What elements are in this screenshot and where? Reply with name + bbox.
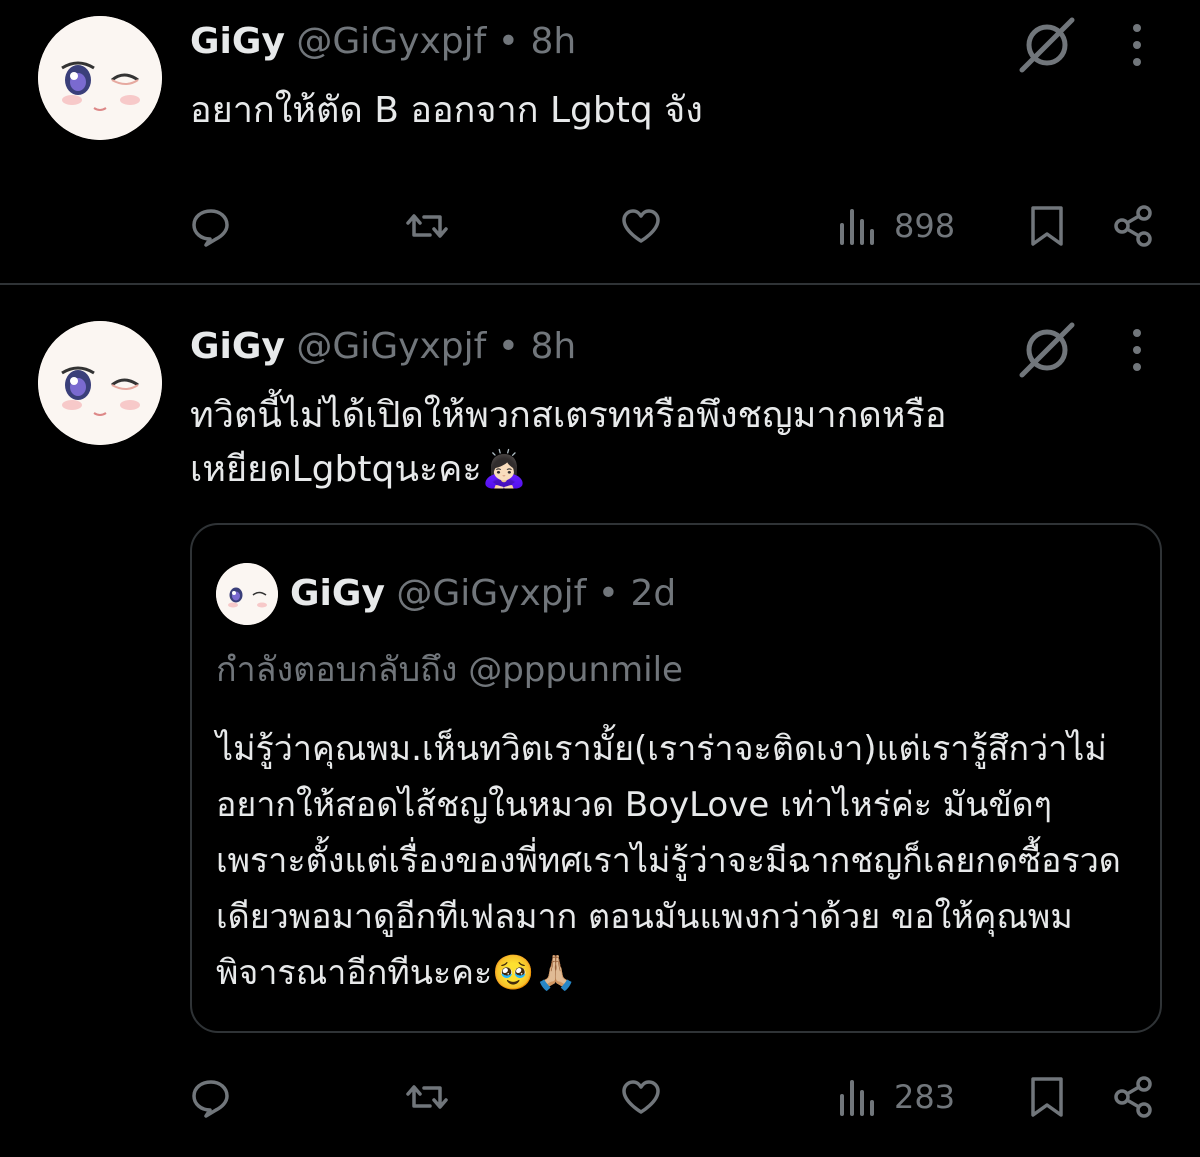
repost-icon (406, 214, 448, 238)
views-count: 898 (894, 207, 956, 245)
repost-icon (406, 1085, 448, 1109)
tweet[interactable]: GiGy @GiGyxpjf • 8h ทวิตนี้ไม่ได้เปิดให้… (0, 285, 1200, 1157)
bookmark-button[interactable] (1024, 1067, 1070, 1127)
bookmark-button[interactable] (1024, 196, 1070, 256)
reply-button[interactable] (188, 1067, 234, 1127)
separator-dot: • (497, 326, 519, 367)
like-icon (622, 1080, 660, 1114)
replying-to: กำลังตอบกลับถึง @pppunmile (216, 647, 683, 693)
tweet-header: GiGy @GiGyxpjf • 8h (190, 325, 576, 369)
tweet-text: อยากให้ตัด B ออกจาก Lgbtq จัง (190, 90, 703, 131)
display-name[interactable]: GiGy (190, 326, 285, 367)
quoted-user-handle[interactable]: @GiGyxpjf (396, 573, 586, 614)
views-button[interactable]: 283 (834, 1067, 955, 1127)
tweet-header: GiGy @GiGyxpjf • 8h (190, 20, 576, 64)
user-handle[interactable]: @GiGyxpjf (296, 21, 486, 62)
share-button[interactable] (1110, 1067, 1156, 1127)
separator-dot: • (597, 573, 619, 614)
replying-to-label: กำลังตอบกลับถึง (216, 650, 458, 690)
avatar[interactable] (38, 321, 162, 445)
like-button[interactable] (618, 1067, 664, 1127)
repost-button[interactable] (404, 1067, 450, 1127)
tweet-actions: 283 (0, 1067, 1200, 1127)
views-icon (840, 1080, 874, 1116)
views-icon (840, 209, 874, 245)
quoted-avatar[interactable] (216, 563, 278, 625)
user-handle[interactable]: @GiGyxpjf (296, 326, 486, 367)
share-icon (1114, 205, 1152, 247)
like-button[interactable] (618, 196, 664, 256)
bookmark-icon (1031, 1077, 1063, 1117)
timestamp[interactable]: 8h (530, 326, 576, 367)
bookmark-icon (1031, 206, 1063, 246)
display-name[interactable]: GiGy (190, 21, 285, 62)
quoted-timestamp[interactable]: 2d (630, 573, 676, 614)
share-icon (1114, 1076, 1152, 1118)
like-icon (622, 209, 660, 243)
grok-icon[interactable] (1016, 14, 1078, 76)
tweet-actions: 898 (0, 196, 1200, 256)
separator-dot: • (497, 21, 519, 62)
grok-icon[interactable] (1016, 319, 1078, 381)
tweet-text: ทวิตนี้ไม่ได้เปิดให้พวกสเตรทหรือพึงชญมาก… (190, 395, 947, 490)
avatar[interactable] (38, 16, 162, 140)
reply-icon (192, 209, 229, 247)
views-count: 283 (894, 1078, 956, 1116)
quoted-display-name[interactable]: GiGy (290, 573, 385, 614)
reply-mention-link[interactable]: @pppunmile (468, 650, 683, 690)
reply-icon (192, 1080, 229, 1118)
reply-button[interactable] (188, 196, 234, 256)
quoted-tweet[interactable]: GiGy @GiGyxpjf • 2d กำลังตอบกลับถึง @ppp… (190, 523, 1162, 1033)
repost-button[interactable] (404, 196, 450, 256)
timestamp[interactable]: 8h (530, 21, 576, 62)
quoted-header: GiGy @GiGyxpjf • 2d (290, 571, 676, 617)
views-button[interactable]: 898 (834, 196, 955, 256)
tweet[interactable]: GiGy @GiGyxpjf • 8h อยากให้ตัด B ออกจาก … (0, 0, 1200, 285)
share-button[interactable] (1110, 196, 1156, 256)
quoted-text: ไม่รู้ว่าคุณพม.เห็นทวิตเรามั้ย(เราร่าจะต… (216, 729, 1121, 993)
more-icon[interactable] (1120, 325, 1154, 375)
more-icon[interactable] (1120, 20, 1154, 70)
